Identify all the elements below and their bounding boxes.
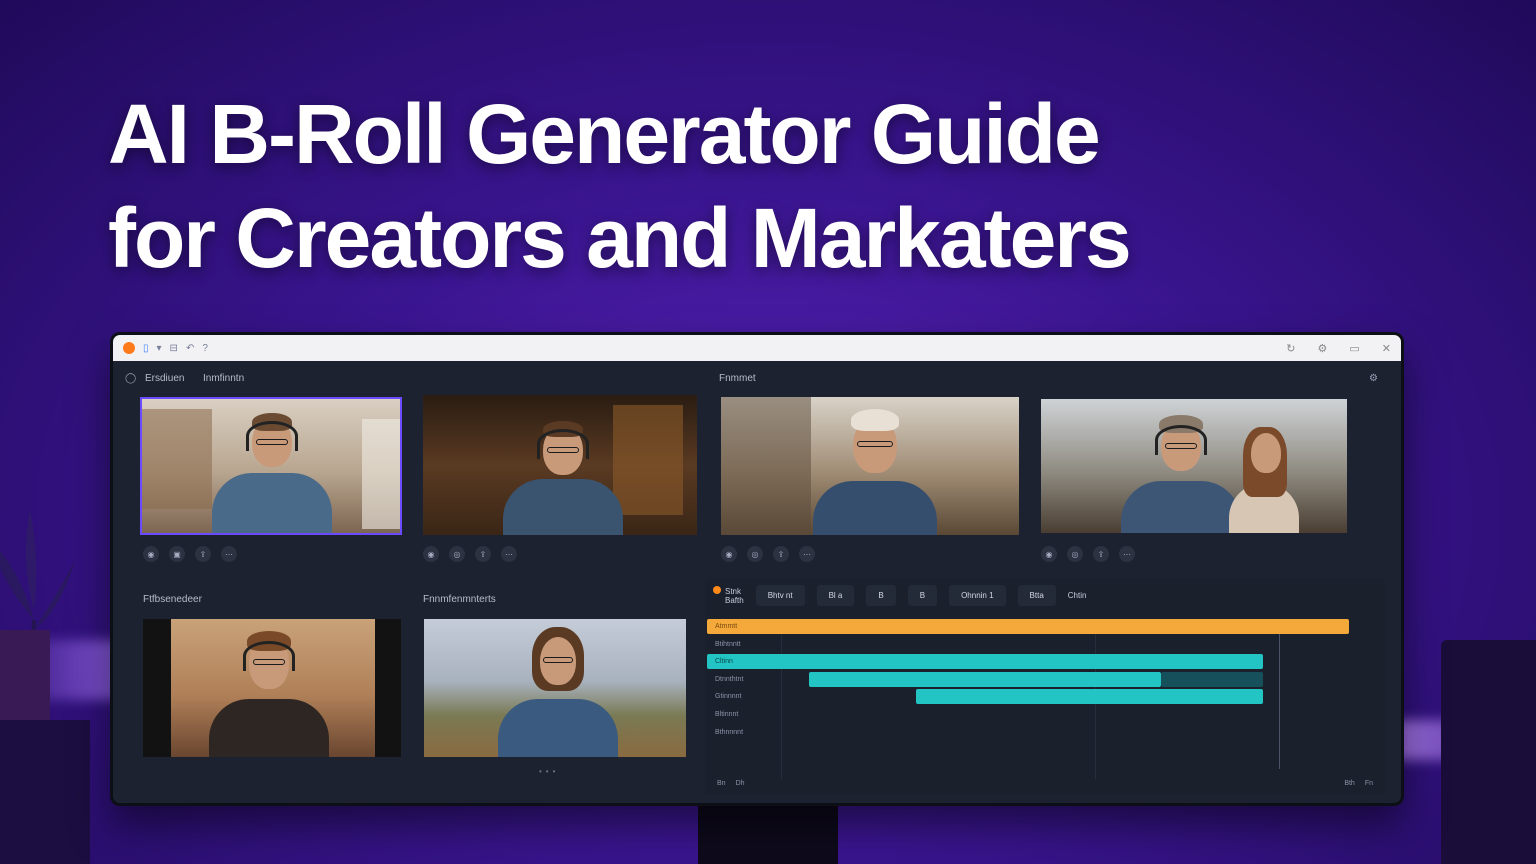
camera-icon[interactable]: ◉: [143, 546, 159, 562]
save-icon[interactable]: ▯: [143, 343, 149, 354]
mic-icon[interactable]: ▣: [169, 546, 185, 562]
timeline-tool-4[interactable]: B: [907, 584, 938, 606]
lower-mid-panel-title: Fnnmfenmnterts: [423, 594, 496, 605]
tab-left-1[interactable]: Ersdiuen: [145, 373, 184, 384]
timeline-logo-icon: [713, 585, 721, 594]
footer-item-2[interactable]: Dh: [736, 780, 745, 787]
presenter: [212, 399, 332, 533]
clip-controls-4: ◉ ◎ ⇪ ⋯: [1041, 545, 1135, 563]
second-person: [1225, 399, 1305, 533]
tab-left-2[interactable]: Inmfinntn: [203, 373, 244, 384]
share-icon[interactable]: ⇪: [475, 546, 491, 562]
track-label-4: Dtnnthtnt: [715, 676, 744, 683]
share-icon[interactable]: ⇪: [195, 546, 211, 562]
plant-silhouette: [0, 510, 75, 720]
more-icon[interactable]: ⋯: [1119, 546, 1135, 562]
close-icon[interactable]: ✕: [1382, 342, 1391, 355]
dropdown-icon[interactable]: ▾: [157, 343, 162, 354]
clip-controls-1: ◉ ▣ ⇪ ⋯: [143, 545, 237, 563]
more-icon[interactable]: ⋯: [221, 546, 237, 562]
help-icon[interactable]: ?: [202, 343, 208, 354]
app-logo-icon: [123, 342, 135, 354]
pagination-dots[interactable]: •••: [539, 767, 559, 776]
track-label-1: Atmmtt: [715, 623, 738, 630]
presenter: [498, 623, 618, 757]
more-icon[interactable]: ⋯: [799, 546, 815, 562]
editor-workspace: ◯ Ersdiuen Inmfinntn Fnmmet ⚙ ◉ ▣ ⇪ ⋯ ◉ …: [113, 361, 1401, 803]
clip-controls-3: ◉ ◎ ⇪ ⋯: [721, 545, 815, 563]
track-label-5: Gtinnnnt: [715, 693, 742, 700]
footer-item-4[interactable]: Fn: [1365, 780, 1373, 787]
timeline-clip-broll-1[interactable]: [707, 654, 1263, 669]
presenter: [813, 397, 937, 535]
clip-thumbnail-1[interactable]: [140, 397, 402, 535]
record-icon[interactable]: ◯: [125, 373, 136, 384]
title-line-1: AI B-Roll Generator Guide: [108, 87, 1101, 181]
track-label-6: Bltinnnt: [715, 711, 739, 718]
presenter: [209, 623, 329, 757]
monitor: ▯ ▾ ⊟ ↶ ? ↻ ⚙ ▭ ✕ ◯ Ersdiuen Inmfinntn F…: [110, 332, 1404, 806]
timeline-tool-3[interactable]: B: [866, 584, 896, 606]
share-icon[interactable]: ⇪: [773, 546, 789, 562]
playhead[interactable]: [1279, 619, 1280, 769]
track-label-7: Bthnnnnt: [715, 729, 744, 736]
timeline-clip-broll-2[interactable]: [809, 672, 1161, 687]
panel-menu-icon[interactable]: ⚙: [1369, 373, 1378, 384]
refresh-icon[interactable]: ↻: [1286, 342, 1295, 355]
timeline-clip-broll-2-tail[interactable]: [1161, 672, 1263, 687]
desk-object-left: [0, 720, 90, 864]
settings-icon[interactable]: ⚙: [1318, 342, 1328, 355]
timeline-extra-label[interactable]: Chtin: [1068, 591, 1087, 600]
clip-thumbnail-4[interactable]: [1041, 399, 1347, 533]
layout-icon[interactable]: ⊟: [170, 343, 178, 354]
monitor-stand: [698, 800, 838, 864]
speaker-silhouette: [1441, 640, 1536, 864]
footer-item-1[interactable]: Bn: [717, 780, 726, 787]
mic-icon[interactable]: ◎: [449, 546, 465, 562]
mic-icon[interactable]: ◎: [1067, 546, 1083, 562]
title-line-2: for Creators and Markaters: [108, 191, 1132, 285]
footer-item-3[interactable]: Bth: [1344, 780, 1355, 787]
undo-icon[interactable]: ↶: [186, 343, 194, 354]
timeline-toolbar: Stnk Bafth Bhtv nt Bl a B B Ohnnin 1 Btt…: [705, 579, 1385, 611]
more-icon[interactable]: ⋯: [501, 546, 517, 562]
timeline-clip-audio[interactable]: [707, 619, 1349, 634]
window-restore-icon[interactable]: ▭: [1349, 342, 1359, 355]
clip-thumbnail-5[interactable]: [143, 619, 401, 757]
camera-icon[interactable]: ◉: [1041, 546, 1057, 562]
track-label-3: Cltinn: [715, 658, 733, 665]
camera-icon[interactable]: ◉: [423, 546, 439, 562]
timeline-tool-5[interactable]: Ohnnin 1: [949, 584, 1006, 606]
clip-thumbnail-2[interactable]: [423, 395, 697, 535]
timeline-tool-2[interactable]: Bl a: [816, 584, 855, 606]
timeline-footer: Bn Dh Bth Fn: [705, 772, 1385, 794]
track-label-2: Btihtnntt: [715, 641, 741, 648]
timeline-tool-6[interactable]: Btta: [1017, 584, 1056, 606]
share-icon[interactable]: ⇪: [1093, 546, 1109, 562]
timeline-tool-1[interactable]: Bhtv nt: [755, 584, 805, 606]
clip-thumbnail-3[interactable]: [721, 397, 1019, 535]
lower-left-panel-title: Ftfbsenedeer: [143, 594, 202, 605]
presenter: [503, 405, 623, 535]
timeline-clip-broll-3[interactable]: [916, 689, 1263, 704]
preview-panel-title: Fnmmet: [719, 373, 756, 384]
presenter: [1121, 399, 1241, 533]
timeline-header: Stnk Bafth: [713, 585, 744, 605]
window-titlebar: ▯ ▾ ⊟ ↶ ? ↻ ⚙ ▭ ✕: [113, 335, 1401, 361]
clip-thumbnail-6[interactable]: [424, 619, 686, 757]
page-title: AI B-Roll Generator Guide for Creators a…: [108, 82, 1428, 290]
timeline-panel: Stnk Bafth Bhtv nt Bl a B B Ohnnin 1 Btt…: [705, 579, 1385, 794]
camera-icon[interactable]: ◉: [721, 546, 737, 562]
mic-icon[interactable]: ◎: [747, 546, 763, 562]
clip-controls-2: ◉ ◎ ⇪ ⋯: [423, 545, 517, 563]
